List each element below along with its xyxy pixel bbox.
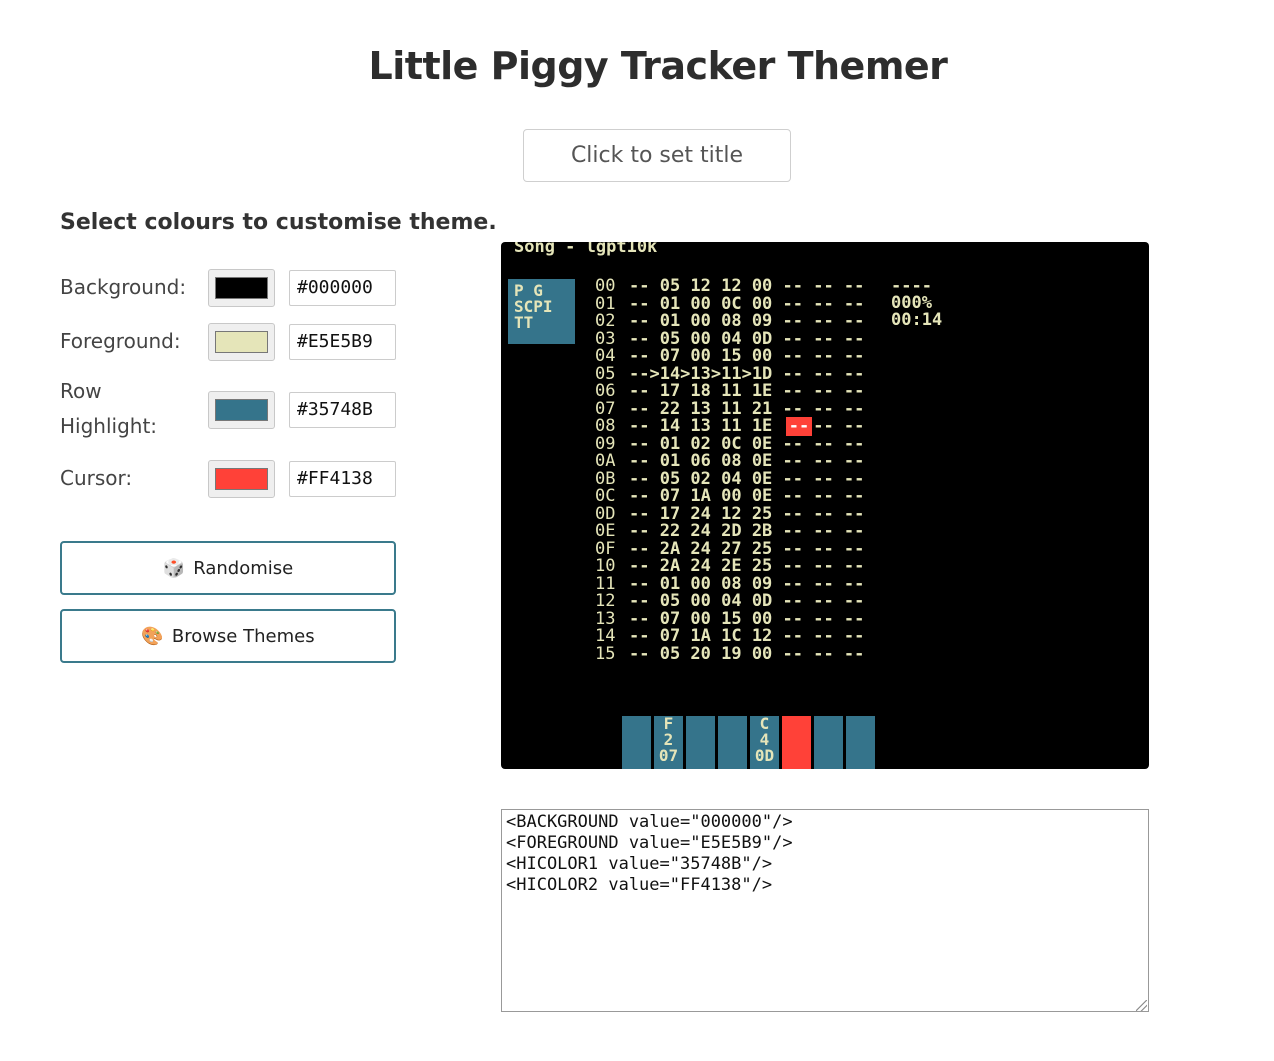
row-data: -- 14 13 11 1E -- --	[629, 416, 865, 436]
row-highlight-swatch	[215, 399, 268, 421]
row-data: -- 05 02 04 0E -- -- --	[629, 468, 865, 489]
row-highlight-hex-input[interactable]: #35748B	[289, 392, 396, 428]
channel-bar	[686, 716, 715, 769]
set-title-button[interactable]: Click to set title	[523, 129, 791, 182]
row-number: 0E	[595, 521, 616, 541]
row-data: -- 07 00 15 00 -- -- --	[629, 346, 865, 366]
row-number: 03	[595, 328, 616, 349]
row-data: -- 07 1A 1C 12 -- -- --	[629, 626, 865, 646]
row-data: -- 2A 24 27 25 -- -- --	[629, 538, 865, 559]
channel-bar: C 4 0D	[750, 716, 779, 769]
browse-themes-label: Browse Themes	[171, 625, 315, 647]
row-number: 10	[595, 556, 616, 576]
channel-bar-label: 0D	[754, 746, 775, 765]
row-data: -- 17 24 12 25 -- -- --	[629, 503, 865, 524]
row-data: -->14>13>11>1D -- -- --	[629, 363, 865, 384]
row-number: 14	[595, 626, 616, 646]
randomise-label: Randomise	[193, 557, 294, 579]
row-data: -- 01 06 08 0E -- -- --	[629, 451, 865, 471]
browse-themes-button[interactable]: 🎨 Browse Themes	[60, 609, 396, 663]
row-number: 01	[595, 293, 616, 314]
row-number: 06	[595, 381, 616, 401]
background-swatch	[215, 277, 268, 299]
row-number: 05	[595, 363, 616, 384]
row-data: -- 22 24 2D 2B -- -- --	[629, 521, 865, 541]
row-number: 07	[595, 398, 616, 419]
row-number: 15	[595, 643, 616, 664]
channel-bar	[718, 716, 747, 769]
background-colour-picker[interactable]	[208, 269, 275, 307]
row-number: 0C	[595, 486, 616, 506]
row-number: 04	[595, 346, 616, 366]
row-number: 0F	[595, 538, 616, 559]
row-data: -- 01 00 08 09 -- -- --	[629, 311, 865, 331]
palette-icon: 🎨	[141, 625, 164, 647]
tracker-preview: Song - lgpt10k P G SCPI TT 00 -- 05 12 12…	[501, 242, 1149, 769]
foreground-label: Foreground:	[60, 329, 181, 353]
foreground-colour-picker[interactable]	[208, 323, 275, 361]
row-data: -- 2A 24 2E 25 -- -- --	[629, 556, 865, 576]
row-data: -- 01 00 08 09 -- -- --	[629, 573, 865, 594]
foreground-swatch	[215, 331, 268, 353]
row-data: -- 05 00 04 0D -- -- --	[629, 591, 865, 611]
cursor-swatch	[215, 468, 268, 490]
page-title: Little Piggy Tracker Themer	[368, 44, 948, 88]
row-number: 0A	[595, 451, 616, 471]
row-number: 13	[595, 608, 616, 629]
row-number: 09	[595, 433, 616, 454]
row-number: 12	[595, 591, 616, 611]
row-number: 11	[595, 573, 616, 594]
row-data: -- 07 00 15 00 -- -- --	[629, 608, 865, 629]
background-hex-input[interactable]: #000000	[289, 270, 396, 306]
row-data: -- 05 20 19 00 -- -- --	[629, 643, 865, 664]
colour-instructions: Select colours to customise theme.	[60, 210, 497, 235]
row-number: 0B	[595, 468, 616, 489]
cursor-colour-picker[interactable]	[208, 460, 275, 498]
channel-bar: F 2 07	[654, 716, 683, 769]
row-number: 08	[595, 416, 616, 436]
row-highlight-label: Row Highlight:	[60, 379, 158, 438]
status-time: 00:14	[891, 310, 943, 330]
row-data: -- 17 18 11 1E -- -- --	[629, 381, 865, 401]
song-mini-map: P G SCPI TT	[508, 279, 575, 344]
row-number: 02	[595, 311, 616, 331]
channel-bar	[622, 716, 651, 769]
channel-bar	[814, 716, 843, 769]
background-label: Background:	[60, 275, 187, 299]
cursor-cell: --	[786, 417, 812, 436]
row-data: -- 01 02 0C 0E -- -- --	[629, 433, 865, 454]
resize-grip-icon[interactable]	[1136, 1000, 1147, 1011]
row-data: -- 07 1A 00 0E -- -- --	[629, 486, 865, 506]
row-data: -- 01 00 0C 00 -- -- --	[629, 293, 865, 314]
cursor-hex-input[interactable]: #FF4138	[289, 461, 396, 497]
channel-bar	[782, 716, 811, 769]
theme-config-textarea[interactable]: <BACKGROUND value="000000"/> <FOREGROUND…	[501, 809, 1149, 1012]
foreground-hex-input[interactable]: #E5E5B9	[289, 324, 396, 360]
dice-icon: 🎲	[162, 557, 186, 579]
row-number: 0D	[595, 503, 616, 524]
row-number: 00	[595, 276, 616, 296]
randomise-button[interactable]: 🎲 Randomise	[60, 541, 396, 595]
channel-bar-label: 07	[658, 746, 679, 765]
channel-bar	[846, 716, 875, 769]
row-data: -- 05 12 12 00 -- -- --	[629, 276, 865, 296]
cursor-label: Cursor:	[60, 466, 133, 490]
song-title: Song - lgpt10k	[514, 242, 658, 257]
row-data: -- 22 13 11 21 -- -- --	[629, 398, 865, 419]
row-highlight-colour-picker[interactable]	[208, 391, 275, 429]
row-data: -- 05 00 04 0D -- -- --	[629, 328, 865, 349]
